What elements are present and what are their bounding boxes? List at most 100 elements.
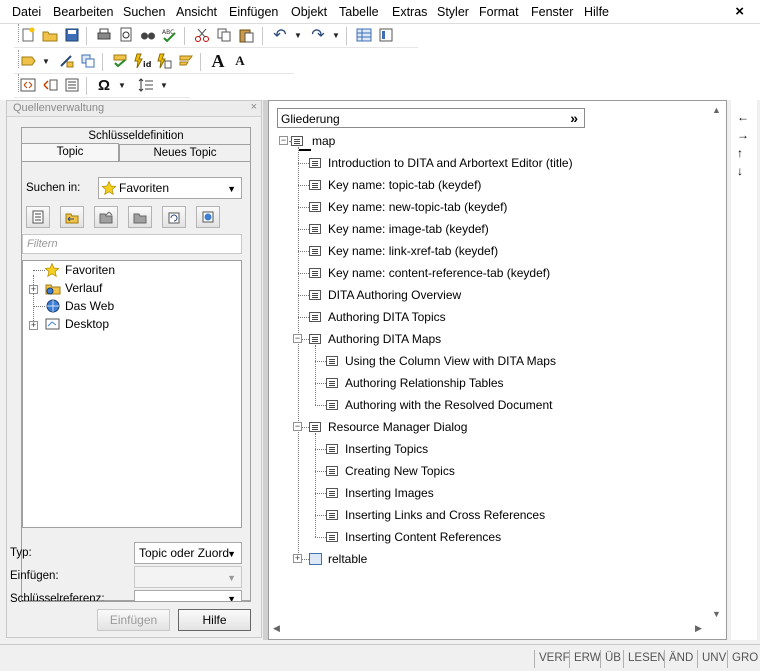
special-char-icon[interactable]: Ω [94,75,114,95]
web-search-icon[interactable] [196,206,220,228]
up-folder-icon[interactable] [94,206,118,228]
insert-markup-icon[interactable] [18,51,38,71]
outline-item[interactable]: Inserting Images [345,486,434,500]
collapse-icon[interactable]: − [293,422,302,431]
menu-fenster[interactable]: Fenster [531,5,573,19]
insert-button[interactable]: Einfügen [97,609,170,631]
redo-dropdown-icon[interactable]: ▼ [332,31,340,40]
scroll-right-icon[interactable]: ▶ [695,623,702,634]
expand-icon[interactable]: + [293,554,302,563]
page-layout-icon[interactable] [376,25,396,45]
edit-tags-icon[interactable] [40,75,60,95]
remove-markup-icon[interactable] [56,51,76,71]
move-up-icon[interactable]: ↑ [737,146,743,160]
insert-select[interactable]: ▼ [134,566,242,588]
copy-icon[interactable] [214,25,234,45]
copy-element-icon[interactable] [78,51,98,71]
menu-einfuegen[interactable]: Einfügen [229,5,278,19]
menu-styler[interactable]: Styler [437,5,469,19]
redo-icon[interactable]: ↷ [308,25,328,45]
menu-suchen[interactable]: Suchen [123,5,165,19]
tree-item-desktop[interactable]: Desktop [45,317,109,331]
menu-datei[interactable]: Datei [12,5,41,19]
id-icon[interactable]: id [132,51,152,71]
undo-icon[interactable]: ↶ [270,25,290,45]
outline-item[interactable]: Resource Manager Dialog [328,420,467,434]
help-button[interactable]: Hilfe [178,609,251,631]
collapse-icon[interactable]: − [279,136,288,145]
new-icon[interactable] [18,25,38,45]
spellcheck-icon[interactable]: ABC [160,25,180,45]
outline-tree[interactable]: − map Introduction to DITA and Arbortext E… [269,129,709,624]
tag-view-icon[interactable] [18,75,38,95]
font-smaller-icon[interactable]: A [230,51,250,71]
favorites-tree[interactable]: Favoriten + Verlauf Das Web + Desktop [22,260,242,528]
panel-close-icon[interactable]: × [251,101,257,113]
modify-attr-icon[interactable] [176,51,196,71]
back-folder-icon[interactable] [60,206,84,228]
collapse-icon[interactable]: − [293,334,302,343]
scroll-left-icon[interactable]: ◀ [273,623,280,634]
promote-icon[interactable]: ← [737,110,749,124]
outline-item[interactable]: Key name: topic-tab (keydef) [328,178,481,192]
tab-topic[interactable]: Topic [21,143,119,162]
outline-item[interactable]: Inserting Links and Cross References [345,508,545,522]
demote-icon[interactable]: → [737,128,749,142]
print-preview-icon[interactable] [116,25,136,45]
menu-format[interactable]: Format [479,5,519,19]
expand-icon[interactable]: + [29,321,38,330]
type-select[interactable]: Topic oder Zuord ▼ [134,542,242,564]
menu-tabelle[interactable]: Tabelle [339,5,379,19]
menu-objekt[interactable]: Objekt [291,5,327,19]
outline-item[interactable]: Authoring DITA Topics [328,310,446,324]
find-icon[interactable] [138,25,158,45]
search-in-select[interactable]: Favoriten ▼ [98,177,242,199]
save-icon[interactable] [62,25,82,45]
outline-item[interactable]: Authoring with the Resolved Document [345,398,552,412]
vertical-scrollbar[interactable]: ▲ ▼ [708,103,724,623]
outline-item[interactable]: DITA Authoring Overview [328,288,461,302]
outline-item[interactable]: Inserting Content References [345,530,501,544]
outline-item[interactable]: reltable [328,552,367,566]
font-larger-icon[interactable]: A [208,51,228,71]
menu-extras[interactable]: Extras [392,5,427,19]
outline-header[interactable]: Gliederung » [277,108,585,128]
undo-dropdown-icon[interactable]: ▼ [294,31,302,40]
menu-ansicht[interactable]: Ansicht [176,5,217,19]
new-folder-icon[interactable] [128,206,152,228]
details-view-icon[interactable] [26,206,50,228]
paragraph-spacing-icon[interactable] [136,75,156,95]
filter-input[interactable]: Filtern [22,234,242,254]
outline-item[interactable]: Using the Column View with DITA Maps [345,354,556,368]
open-icon[interactable] [40,25,60,45]
chevron-right-icon[interactable]: » [570,110,578,126]
outline-item[interactable]: Authoring DITA Maps [328,332,441,346]
tab-new-topic[interactable]: Neues Topic [119,144,251,162]
validate-icon[interactable] [110,51,130,71]
outline-item[interactable]: Authoring Relationship Tables [345,376,504,390]
outline-root-label[interactable]: map [312,134,335,148]
move-down-icon[interactable]: ↓ [737,164,743,178]
outline-item[interactable]: Key name: link-xref-tab (keydef) [328,244,498,258]
menu-hilfe[interactable]: Hilfe [584,5,609,19]
tree-item-favoriten[interactable]: Favoriten [45,263,115,277]
special-char-dropdown-icon[interactable]: ▼ [118,81,126,90]
print-icon[interactable] [94,25,114,45]
cut-icon[interactable] [192,25,212,45]
paragraph-spacing-dropdown-icon[interactable]: ▼ [160,81,168,90]
refresh-icon[interactable] [162,206,186,228]
tree-item-das-web[interactable]: Das Web [45,299,114,313]
menu-bearbeiten[interactable]: Bearbeiten [53,5,113,19]
paste-icon[interactable] [236,25,256,45]
scroll-up-icon[interactable]: ▲ [712,105,721,115]
list-icon[interactable] [62,75,82,95]
outline-item[interactable]: Introduction to DITA and Arbortext Edito… [328,156,573,170]
insert-markup-dropdown-icon[interactable]: ▼ [42,57,50,66]
tree-item-verlauf[interactable]: Verlauf [45,281,102,295]
outline-item[interactable]: Key name: content-reference-tab (keydef) [328,266,550,280]
window-close-button[interactable]: × [735,3,744,20]
outline-item[interactable]: Creating New Topics [345,464,455,478]
insert-link-icon[interactable] [154,51,174,71]
outline-item[interactable]: Inserting Topics [345,442,428,456]
outline-item[interactable]: Key name: new-topic-tab (keydef) [328,200,507,214]
